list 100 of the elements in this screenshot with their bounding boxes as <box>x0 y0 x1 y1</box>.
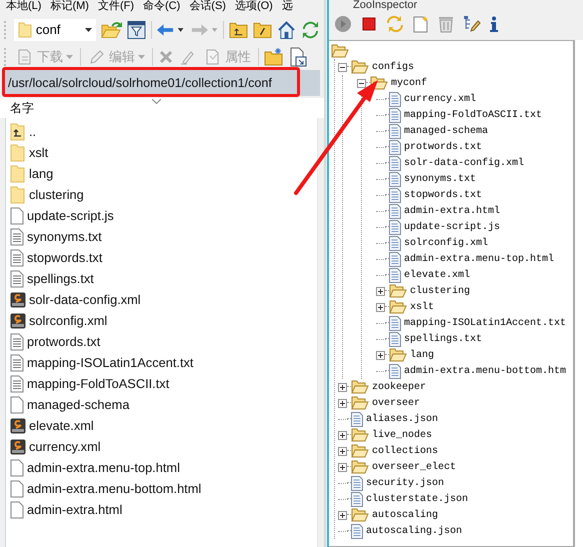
menu-item[interactable]: 会话(S) <box>189 0 226 13</box>
file-icon <box>389 332 401 346</box>
file-item[interactable]: mapping-FoldToASCII.txt <box>6 373 317 394</box>
file-item[interactable]: managed-schema <box>6 394 317 415</box>
edit-tree-icon[interactable] <box>463 15 481 33</box>
tree-node[interactable]: managed-schema <box>376 123 573 139</box>
file-item[interactable]: mapping-ISOLatin1Accent.txt <box>6 352 317 373</box>
folder-icon <box>351 60 369 74</box>
expand-toggle[interactable] <box>338 398 347 408</box>
tree-node[interactable]: autoscaling.json <box>338 523 573 539</box>
tree-node[interactable]: admin-extra.menu-bottom.htm <box>376 363 573 379</box>
tree-node[interactable]: mapping-ISOLatin1Accent.txt <box>376 315 573 331</box>
back-arrow-icon[interactable] <box>156 22 185 36</box>
menu-item[interactable]: 命令(C) <box>143 0 180 13</box>
file-icon <box>389 156 401 170</box>
folder-icon <box>389 348 407 362</box>
column-header[interactable]: 名字 <box>0 98 324 118</box>
expand-toggle[interactable] <box>338 382 347 392</box>
file-item[interactable]: synonyms.txt <box>6 226 317 247</box>
file-icon <box>389 108 401 122</box>
path-bar[interactable]: /usr/local/solrcloud/solrhome01/collection1/conf <box>4 70 320 96</box>
file-item[interactable]: solrconfig.xml <box>6 310 317 331</box>
tree-node[interactable]: zookeeper <box>338 379 573 395</box>
open-folder-icon[interactable] <box>100 20 122 40</box>
file-item[interactable]: elevate.xml <box>6 415 317 436</box>
file-item[interactable]: solr-data-config.xml <box>6 289 317 310</box>
file-item[interactable]: .. <box>6 121 317 142</box>
refresh-icon[interactable] <box>301 20 320 40</box>
tree-node[interactable]: admin-extra.menu-top.html <box>376 251 573 267</box>
tree-node[interactable]: clustering <box>376 283 573 299</box>
file-item[interactable]: protwords.txt <box>6 331 317 352</box>
expand-toggle[interactable] <box>338 510 347 520</box>
tree-node[interactable]: live_nodes <box>338 427 573 443</box>
file-item[interactable]: spellings.txt <box>6 268 317 289</box>
document-arrow-icon[interactable] <box>289 47 307 67</box>
expand-toggle[interactable] <box>376 286 385 296</box>
folder-icon <box>351 460 369 474</box>
expand-toggle[interactable] <box>357 78 366 88</box>
tree-node[interactable]: currency.xml <box>376 91 573 107</box>
menu-item[interactable]: 文件(F) <box>98 0 134 13</box>
file-item[interactable]: admin-extra.html <box>6 499 317 520</box>
tree-node[interactable]: configs <box>338 59 573 75</box>
expand-toggle[interactable] <box>338 446 347 456</box>
home-icon[interactable] <box>277 20 296 40</box>
menu-item[interactable]: 本地(L) <box>6 0 42 13</box>
tree-node[interactable]: spellings.txt <box>376 331 573 347</box>
file-icon <box>389 172 401 186</box>
expand-toggle[interactable] <box>338 462 347 472</box>
tree-node[interactable]: aliases.json <box>338 411 573 427</box>
file-item[interactable]: admin-extra.menu-top.html <box>6 457 317 478</box>
xml-file-icon <box>10 292 26 308</box>
tree-node[interactable]: solr-data-config.xml <box>376 155 573 171</box>
menu-item[interactable]: 远 <box>282 0 293 13</box>
folder-icon <box>10 186 26 204</box>
file-item[interactable]: xslt <box>6 142 317 163</box>
tree-node[interactable]: mapping-FoldToASCII.txt <box>376 107 573 123</box>
caret-icon <box>138 55 145 59</box>
info-icon[interactable] <box>490 16 498 32</box>
root-folder-icon[interactable] <box>253 20 272 38</box>
tree-node[interactable]: synonyms.txt <box>376 171 573 187</box>
new-folder-icon[interactable] <box>264 48 284 66</box>
filter-icon[interactable] <box>126 20 146 40</box>
location-combo[interactable]: conf <box>14 18 96 40</box>
connect-icon[interactable] <box>334 15 352 33</box>
file-item[interactable]: update-script.js <box>6 205 317 226</box>
tree-node[interactable]: collections <box>338 443 573 459</box>
expand-toggle[interactable] <box>338 430 347 440</box>
file-item[interactable]: clustering <box>6 184 317 205</box>
tree-node[interactable]: overseer <box>338 395 573 411</box>
tree-node[interactable]: elevate.xml <box>376 267 573 283</box>
tree-node[interactable]: stopwords.txt <box>376 187 573 203</box>
expand-toggle[interactable] <box>376 350 385 360</box>
new-node-icon[interactable] <box>413 15 429 33</box>
file-icon <box>10 458 24 476</box>
tree-node[interactable]: autoscaling <box>338 507 573 523</box>
menu-item[interactable]: 选项(O) <box>234 0 273 13</box>
folder-icon <box>351 380 369 394</box>
menu-item[interactable]: 标记(M) <box>50 0 89 13</box>
parent-folder-icon <box>10 122 26 140</box>
tree-node[interactable]: clusterstate.json <box>338 491 573 507</box>
tree-node[interactable]: admin-extra.html <box>376 203 573 219</box>
folder-icon <box>351 428 369 442</box>
expand-toggle[interactable] <box>376 302 385 312</box>
parent-folder-icon[interactable] <box>229 20 248 38</box>
tree-node[interactable]: xslt <box>376 299 573 315</box>
expand-toggle[interactable] <box>338 62 347 72</box>
file-item[interactable]: stopwords.txt <box>6 247 317 268</box>
tree-node[interactable]: solrconfig.xml <box>376 235 573 251</box>
file-icon <box>389 124 401 138</box>
tree-node[interactable]: update-script.js <box>376 219 573 235</box>
tree-node[interactable]: protwords.txt <box>376 139 573 155</box>
file-item[interactable]: currency.xml <box>6 436 317 457</box>
file-item[interactable]: admin-extra.menu-bottom.html <box>6 478 317 499</box>
tree-node[interactable]: lang <box>376 347 573 363</box>
file-item[interactable]: lang <box>6 163 317 184</box>
stop-icon[interactable] <box>361 16 377 32</box>
folder-icon <box>10 144 26 162</box>
text-file-icon <box>10 354 24 372</box>
tree-node[interactable]: overseer_elect <box>338 459 573 475</box>
tree-node[interactable]: security.json <box>338 475 573 491</box>
